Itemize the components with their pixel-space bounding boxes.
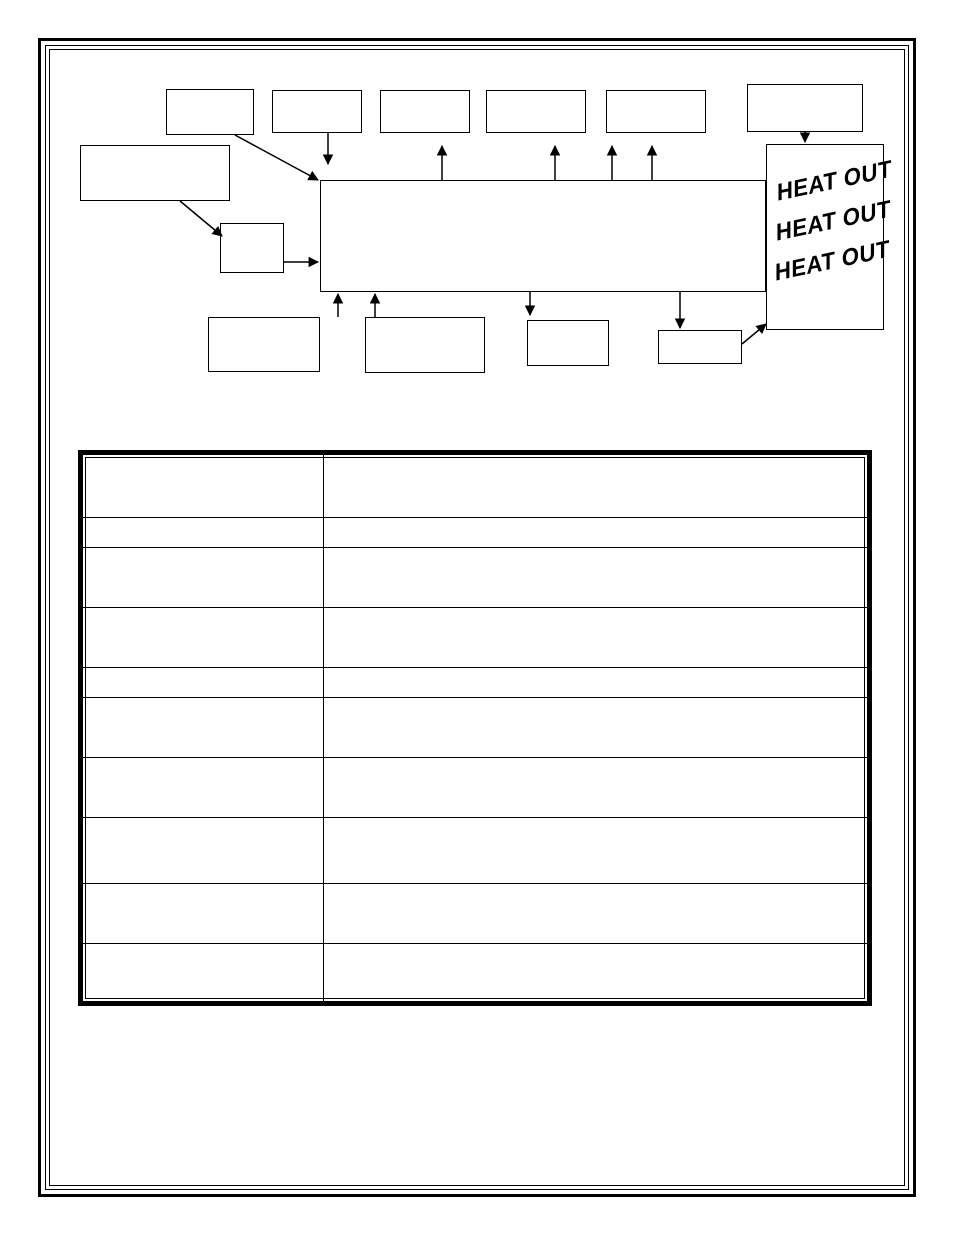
diagram-box-center xyxy=(320,180,766,292)
table-cell xyxy=(83,697,323,757)
diagram-box-top-2 xyxy=(272,90,362,133)
page-content: HEAT OUT HEAT OUT HEAT OUT xyxy=(50,50,904,1185)
table-row xyxy=(83,697,867,757)
diagram-box-left-upper xyxy=(80,145,230,201)
table-cell xyxy=(83,607,323,667)
table-cell xyxy=(83,667,323,697)
diagram-box-bottom-4 xyxy=(658,330,742,364)
diagram-box-top-4 xyxy=(486,90,586,133)
table-cell xyxy=(323,757,867,817)
table-cell xyxy=(323,817,867,883)
diagram-box-top-6 xyxy=(747,84,863,132)
table-cell xyxy=(83,943,323,1001)
table-row xyxy=(83,547,867,607)
diagram-box-left-lower xyxy=(220,223,284,273)
table-row xyxy=(83,667,867,697)
table-cell xyxy=(323,547,867,607)
table-row xyxy=(83,757,867,817)
table-cell xyxy=(323,697,867,757)
page: HEAT OUT HEAT OUT HEAT OUT xyxy=(0,0,954,1235)
table-cell xyxy=(83,883,323,943)
diagram-box-bottom-2 xyxy=(365,317,485,373)
table-cell xyxy=(83,757,323,817)
table-row xyxy=(83,817,867,883)
table-cell xyxy=(323,607,867,667)
table-row xyxy=(83,455,867,517)
table-cell xyxy=(83,817,323,883)
diagram-box-top-5 xyxy=(606,90,706,133)
data-table-frame xyxy=(78,450,872,1006)
flow-diagram: HEAT OUT HEAT OUT HEAT OUT xyxy=(50,50,904,390)
table-cell xyxy=(83,455,323,517)
table-cell xyxy=(323,517,867,547)
table-row xyxy=(83,517,867,547)
table-row xyxy=(83,607,867,667)
table-row xyxy=(83,943,867,1001)
diagram-box-bottom-3 xyxy=(527,320,609,366)
table-cell xyxy=(323,455,867,517)
table-row xyxy=(83,883,867,943)
table-cell xyxy=(83,547,323,607)
table-cell xyxy=(323,943,867,1001)
diagram-box-top-1 xyxy=(166,89,254,135)
table-cell xyxy=(323,883,867,943)
diagram-box-top-3 xyxy=(380,90,470,133)
table-cell xyxy=(323,667,867,697)
table-cell xyxy=(83,517,323,547)
data-table xyxy=(83,455,867,1001)
diagram-box-bottom-1 xyxy=(208,317,320,372)
